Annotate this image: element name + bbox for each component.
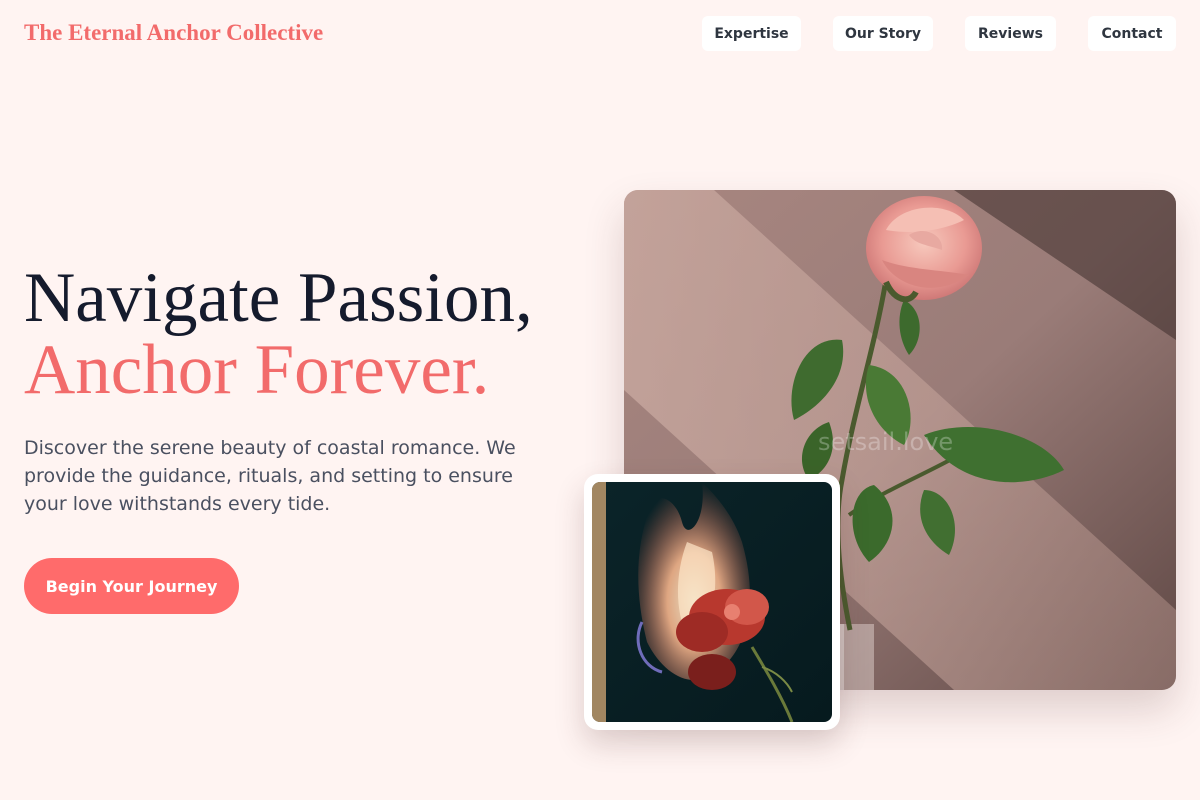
hero-title: Navigate Passion, Anchor Forever.	[24, 262, 533, 406]
nav-reviews-button[interactable]: Reviews	[965, 16, 1056, 51]
burning-rose-illustration	[592, 482, 832, 722]
begin-journey-button[interactable]: Begin Your Journey	[24, 558, 239, 614]
burning-rose-photo-card	[584, 474, 840, 730]
photo-watermark: setsail.love	[818, 428, 954, 456]
hero-title-line-2: Anchor Forever.	[24, 331, 490, 409]
nav-expertise-button[interactable]: Expertise	[702, 16, 801, 51]
site-logo[interactable]: The Eternal Anchor Collective	[24, 20, 323, 46]
nav-contact-button[interactable]: Contact	[1088, 16, 1176, 51]
hero-description: Discover the serene beauty of coastal ro…	[24, 437, 516, 515]
hero-title-line-1: Navigate Passion,	[24, 259, 533, 337]
site-header: The Eternal Anchor Collective Expertise …	[0, 0, 1200, 68]
burning-rose-photo	[592, 482, 832, 722]
nav-our-story-button[interactable]: Our Story	[833, 16, 933, 51]
